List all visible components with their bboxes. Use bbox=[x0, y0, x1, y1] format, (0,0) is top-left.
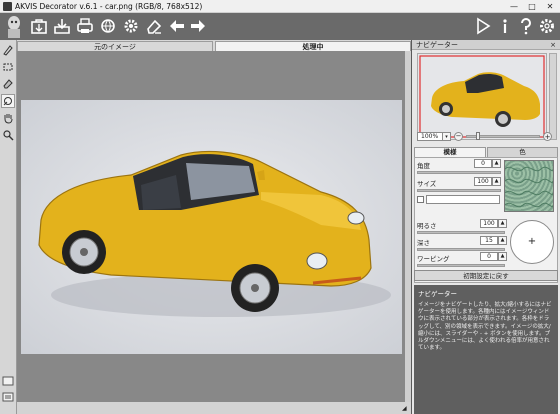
size-spinner[interactable]: ▲ bbox=[492, 177, 501, 186]
redo-icon[interactable] bbox=[188, 16, 208, 36]
selection-brush-icon[interactable] bbox=[1, 43, 15, 57]
undo-icon[interactable] bbox=[167, 16, 187, 36]
layout-toggle-icon[interactable] bbox=[1, 374, 15, 388]
zoom-slider-thumb[interactable] bbox=[476, 132, 480, 140]
magic-wand-icon[interactable] bbox=[1, 94, 15, 108]
horizontal-scrollbar[interactable]: ◢ bbox=[17, 402, 411, 414]
angle-label: 角度 bbox=[417, 162, 430, 170]
lasso-icon[interactable] bbox=[1, 60, 15, 74]
open-file-icon[interactable] bbox=[29, 16, 49, 36]
warping-input[interactable]: 0 bbox=[480, 252, 498, 261]
title-bar: AKVIS Decorator v.6.1 - car.png (RGB/8, … bbox=[0, 0, 560, 13]
zoom-in-button[interactable]: + bbox=[543, 132, 552, 141]
hint-panel: ナビゲーター イメージをナビゲートしたり、拡大/縮小するにはナビゲーターを使用し… bbox=[414, 285, 558, 414]
akvis-logo-icon bbox=[2, 14, 26, 39]
texture-checkbox[interactable] bbox=[417, 196, 424, 203]
app-icon bbox=[3, 2, 12, 11]
texture-name-field[interactable] bbox=[426, 195, 500, 204]
vertical-scrollbar[interactable] bbox=[405, 51, 411, 402]
brightness-label: 明るさ bbox=[417, 222, 437, 230]
compare-icon[interactable] bbox=[1, 390, 15, 404]
main-toolbar bbox=[0, 13, 560, 40]
size-slider[interactable] bbox=[417, 189, 501, 192]
run-icon[interactable] bbox=[473, 16, 493, 36]
texture-preview[interactable] bbox=[504, 160, 554, 212]
zoom-dropdown-icon[interactable]: ▾ bbox=[442, 132, 451, 141]
navigator-preview[interactable] bbox=[417, 53, 547, 140]
maximize-button[interactable]: □ bbox=[523, 0, 541, 13]
depth-input[interactable]: 15 bbox=[480, 236, 498, 245]
zoom-out-button[interactable]: − bbox=[454, 132, 463, 141]
print-icon[interactable] bbox=[75, 16, 95, 36]
car-photo[interactable] bbox=[21, 100, 402, 354]
depth-slider[interactable] bbox=[417, 248, 505, 251]
preferences-icon[interactable] bbox=[537, 16, 557, 36]
hand-icon[interactable] bbox=[1, 111, 15, 125]
share-icon[interactable] bbox=[98, 16, 118, 36]
close-button[interactable]: ✕ bbox=[541, 0, 559, 13]
navigator-header: ナビゲーター × bbox=[412, 40, 560, 50]
info-icon[interactable] bbox=[495, 16, 515, 36]
minimize-button[interactable]: — bbox=[505, 0, 523, 13]
brightness-spinner[interactable]: ▲ bbox=[498, 219, 507, 228]
size-input[interactable]: 100 bbox=[474, 177, 492, 186]
depth-spinner[interactable]: ▲ bbox=[498, 236, 507, 245]
warping-label: ワーピング bbox=[417, 255, 450, 263]
warping-spinner[interactable]: ▲ bbox=[498, 252, 507, 261]
navigator-scroll[interactable] bbox=[549, 53, 557, 140]
help-icon[interactable] bbox=[516, 16, 536, 36]
hint-title: ナビゲーター bbox=[418, 290, 457, 298]
brightness-slider[interactable] bbox=[417, 231, 505, 234]
reset-defaults-button[interactable]: 初期設定に戻す bbox=[414, 270, 558, 281]
depth-label: 深さ bbox=[417, 239, 430, 247]
angle-slider[interactable] bbox=[417, 171, 501, 174]
size-label: サイズ bbox=[417, 180, 437, 188]
tab-before[interactable]: 元のイメージ bbox=[17, 41, 213, 51]
tab-pattern[interactable]: 模様 bbox=[414, 147, 486, 157]
view-tabbar: 元のイメージ 処理中 bbox=[17, 40, 411, 51]
brightness-input[interactable]: 100 bbox=[480, 219, 498, 228]
right-panel: ナビゲーター × 100% ▾ − + 模様 色 角度 0 ▲ サイズ 100 … bbox=[412, 40, 560, 414]
save-file-icon[interactable] bbox=[52, 16, 72, 36]
navigator-title: ナビゲーター bbox=[416, 41, 458, 49]
canvas-corner-icon: ◢ bbox=[402, 405, 407, 412]
window-title: AKVIS Decorator v.6.1 - car.png (RGB/8, … bbox=[15, 2, 203, 11]
tab-color[interactable]: 色 bbox=[487, 147, 558, 157]
tool-palette bbox=[0, 40, 17, 414]
hint-text: イメージをナビゲートしたり、拡大/縮小するにはナビゲーターを使用します。各種内に… bbox=[418, 302, 552, 352]
tab-after[interactable]: 処理中 bbox=[215, 41, 411, 51]
angle-input[interactable]: 0 bbox=[474, 159, 492, 168]
settings-gear-icon[interactable] bbox=[121, 16, 141, 36]
eraser-tool-icon[interactable] bbox=[144, 16, 164, 36]
light-direction-dial[interactable]: + bbox=[510, 220, 554, 264]
zoom-icon[interactable] bbox=[1, 128, 15, 142]
navigator-close-button[interactable]: × bbox=[550, 40, 556, 50]
warping-slider[interactable] bbox=[417, 264, 505, 267]
angle-spinner[interactable]: ▲ bbox=[492, 159, 501, 168]
eraser-icon[interactable] bbox=[1, 77, 15, 91]
